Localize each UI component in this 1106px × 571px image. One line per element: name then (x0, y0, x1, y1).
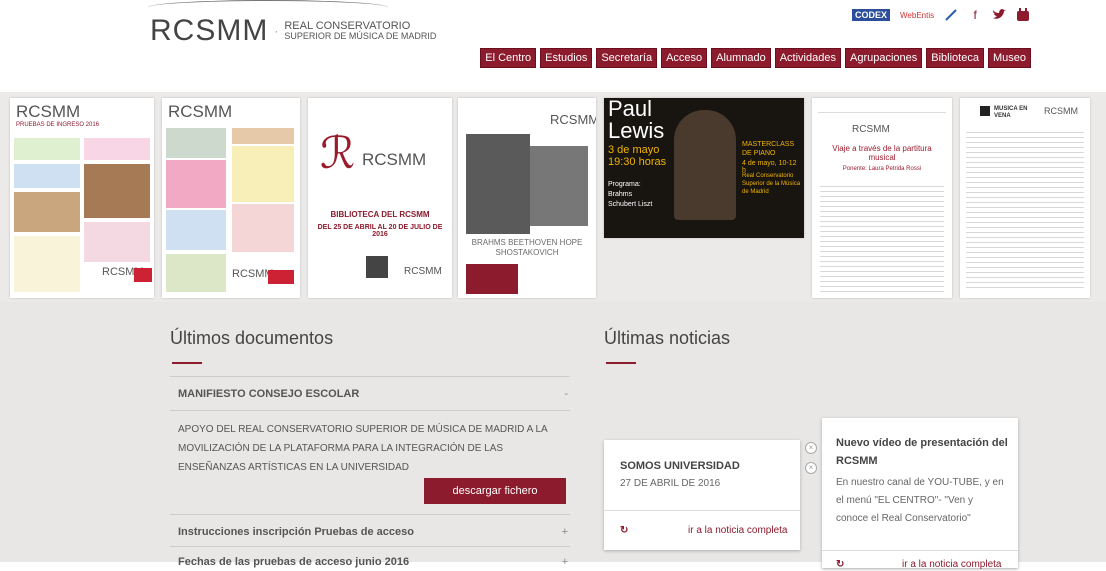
poster-pruebas-ingreso[interactable]: RCSMM PRUEBAS DE INGRESO 2016 RCSMM (10, 98, 154, 298)
poster-name1: Paul (608, 98, 653, 121)
news-card-date: 27 DE ABRIL DE 2016 (620, 478, 721, 489)
expand-icon[interactable]: + (562, 526, 568, 538)
logo-arc (148, 0, 388, 15)
accordion-item-instrucciones[interactable]: Instrucciones inscripción Pruebas de acc… (178, 526, 568, 538)
logo-text: RCSMM (150, 14, 269, 47)
carousel-close-icon[interactable]: × (805, 462, 817, 474)
twitter-icon[interactable] (992, 8, 1007, 22)
poster-title: MUSICA EN VENA (994, 106, 1028, 119)
poster-subtitle: PRUEBAS DE INGRESO 2016 (16, 122, 100, 128)
logo-line1: REAL CONSERVATORIO (284, 20, 411, 32)
accordion-title: MANIFIESTO CONSEJO ESCOLAR (178, 388, 360, 400)
news-card-link[interactable]: ir a la noticia completa (902, 559, 1002, 570)
logo-line2: SUPERIOR DE MÚSICA DE MADRID (284, 31, 437, 41)
poster-paul-lewis[interactable]: Paul Lewis 3 de mayo 19:30 horas Program… (604, 98, 804, 238)
nav-alumnado[interactable]: Alumnado (711, 48, 771, 68)
nav-secretaria[interactable]: Secretaría (596, 48, 658, 68)
poster-viaje-partitura[interactable]: RCSMM Viaje a través de la partitura mus… (812, 98, 952, 298)
accordion-title: Instrucciones inscripción Pruebas de acc… (178, 526, 414, 538)
documents-title: Últimos documentos (170, 328, 334, 348)
poster-title: BIBLIOTECA DEL RCSMM (330, 210, 430, 219)
news-card[interactable]: SOMOS UNIVERSIDAD 27 DE ABRIL DE 2016 ↻ … (604, 440, 800, 550)
nav-el-centro[interactable]: El Centro (480, 48, 537, 68)
site-logo[interactable]: RCSMM · REAL CONSERVATORIO SUPERIOR DE M… (150, 14, 436, 48)
news-title: Últimas noticias (604, 328, 731, 348)
poster-date: 3 de mayo (608, 144, 660, 156)
download-button[interactable]: descargar fichero (424, 478, 566, 504)
refresh-icon: ↻ (836, 559, 845, 570)
poster-musica-en-vena[interactable]: MUSICA EN VENA RCSMM (960, 98, 1090, 298)
news-card-link[interactable]: ir a la noticia completa (688, 525, 788, 536)
accordion-divider (170, 546, 570, 547)
refresh-icon: ↻ (620, 525, 629, 536)
carousel-close-icon[interactable]: × (805, 442, 817, 454)
logo-separator: · (274, 24, 279, 38)
poster-logo: RCSMM (168, 102, 233, 121)
poster-logo: RCSMM (16, 102, 81, 121)
nav-biblioteca[interactable]: Biblioteca (926, 48, 984, 68)
codex-icon[interactable]: CODEX (852, 9, 891, 21)
news-underline (606, 362, 636, 364)
site-header: RCSMM · REAL CONSERVATORIO SUPERIOR DE M… (0, 0, 1106, 92)
nav-acceso[interactable]: Acceso (661, 48, 708, 68)
poster-calendario[interactable]: RCSMM RCSMM (162, 98, 300, 298)
nav-agrupaciones[interactable]: Agrupaciones (844, 48, 923, 68)
poster-carousel: RCSMM PRUEBAS DE INGRESO 2016 RCSMM RCSM… (0, 92, 1106, 302)
expand-icon[interactable]: + (562, 556, 568, 568)
nav-museo[interactable]: Museo (987, 48, 1031, 68)
news-card-footer: ↻ ir a la noticia completa (822, 550, 1018, 571)
poster-composers: BRAHMS BEETHOVEN HOPE SHOSTAKOVICH (471, 238, 583, 257)
nav-estudios[interactable]: Estudios (540, 48, 593, 68)
news-card[interactable]: Nuevo vídeo de presentación del RCSMM En… (822, 418, 1018, 571)
poster-place: Real Conservatorio Superior de la Música… (742, 173, 801, 195)
poster-concierto-camara[interactable]: RCSMM BRAHMS BEETHOVEN HOPE SHOSTAKOVICH (458, 98, 596, 298)
main-nav: El Centro Estudios Secretaría Acceso Alu… (480, 48, 1031, 68)
collapse-icon[interactable]: - (564, 388, 568, 400)
news-card-title: SOMOS UNIVERSIDAD (620, 460, 740, 472)
logo-subtitle: REAL CONSERVATORIO SUPERIOR DE MÚSICA DE… (284, 20, 437, 42)
accordion-divider (170, 376, 570, 377)
accordion-item-fechas[interactable]: Fechas de las pruebas de acceso junio 20… (178, 556, 568, 568)
top-icons: CODEX WebEntis f (852, 8, 1030, 22)
accordion-body: APOYO DEL REAL CONSERVATORIO SUPERIOR DE… (178, 424, 548, 473)
poster-time: 19:30 horas (608, 156, 667, 168)
nav-actividades[interactable]: Actividades (774, 48, 841, 68)
facebook-icon[interactable]: f (968, 8, 982, 22)
poster-title: Viaje a través de la partitura musical (832, 144, 932, 162)
poster-name2: Lewis (608, 118, 665, 143)
webentis-icon[interactable]: WebEntis (900, 11, 934, 20)
poster-dates: DEL 25 DE ABRIL AL 20 DE JULIO DE 2016 (317, 224, 443, 238)
news-card-title: Nuevo vídeo de presentación del RCSMM (836, 437, 1008, 467)
feather-icon[interactable] (944, 8, 958, 22)
youtube-icon[interactable] (1016, 8, 1030, 22)
poster-masterclass: MASTERCLASS DE PIANO (742, 141, 795, 157)
poster-biblioteca[interactable]: ℛ RCSMM BIBLIOTECA DEL RCSMM DEL 25 DE A… (308, 98, 452, 298)
accordion-divider (170, 410, 570, 411)
documents-underline (172, 362, 202, 364)
accordion-title: Fechas de las pruebas de acceso junio 20… (178, 556, 410, 568)
accordion-divider (170, 514, 570, 515)
poster-program: Programa: Brahms Schubert Liszt (608, 181, 653, 208)
poster-speaker: Ponente: Laura Petrida Rossi (842, 166, 922, 172)
news-card-footer: ↻ ir a la noticia completa (604, 510, 800, 551)
accordion-item-manifiesto[interactable]: MANIFIESTO CONSEJO ESCOLAR - (178, 388, 568, 400)
news-card-body: En nuestro canal de YOU-TUBE, y en el me… (836, 477, 1004, 524)
